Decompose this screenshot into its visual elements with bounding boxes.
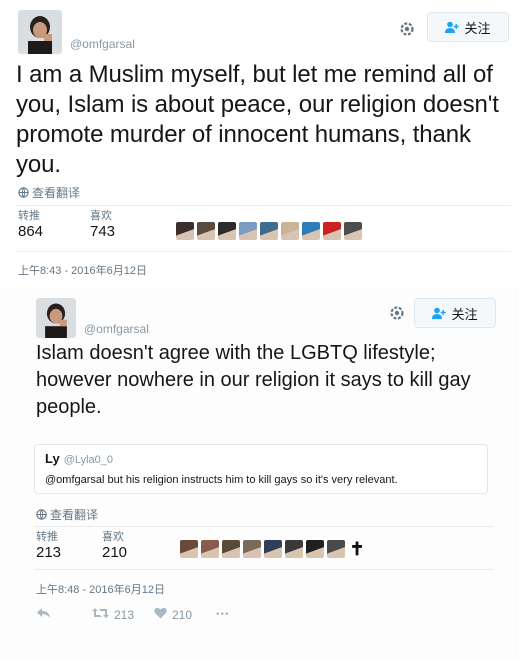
liker-avatar[interactable] [222,540,240,558]
timestamp[interactable]: 上午8:43 - 2016年6月12日 [18,262,147,278]
liker-avatar[interactable] [197,222,215,240]
gear-icon[interactable] [398,20,416,38]
translate-label: 查看翻译 [32,186,81,200]
heart-icon [154,607,167,622]
divider [16,251,511,252]
liker-avatar[interactable] [176,222,194,240]
reply-button[interactable] [36,607,92,622]
liker-avatar[interactable] [180,540,198,558]
liker-avatars [176,222,362,240]
globe-icon [36,509,47,520]
retweet-icon [92,607,109,622]
avatar[interactable] [36,298,76,338]
screenshot-page: @omfgarsal 关注 I am a Muslim myself, but … [0,0,519,661]
divider [34,569,494,570]
reply-icon [36,607,51,622]
follow-button[interactable]: 关注 [427,12,509,42]
add-user-icon [445,21,460,33]
gear-icon[interactable] [388,304,406,322]
follow-label: 关注 [464,20,491,36]
tweet-text: I am a Muslim myself, but let me remind … [16,61,499,178]
liker-avatar[interactable] [285,540,303,558]
likes-stat[interactable]: 喜欢 743 [90,210,115,241]
liker-avatar[interactable] [239,222,257,240]
retweets-label: 转推 [18,210,40,222]
liker-avatar[interactable] [323,222,341,240]
liker-avatar[interactable] [344,222,362,240]
likes-label: 喜欢 [90,210,112,222]
user-handle[interactable]: @omfgarsal [84,322,149,336]
add-user-icon [432,307,447,319]
liker-avatar[interactable] [264,540,282,558]
tweet-text: Islam doesn't agree with the LGBTQ lifes… [36,342,471,418]
likes-label: 喜欢 [102,531,124,543]
translate-label: 查看翻译 [50,508,99,522]
liker-avatar[interactable] [260,222,278,240]
quoted-tweet-text: @omfgarsal but his religion instructs hi… [45,474,398,486]
likes-count: 210 [102,544,128,561]
liker-avatar[interactable] [306,540,324,558]
like-count: 210 [172,607,193,622]
translate-link[interactable]: 查看翻译 [36,506,98,523]
quoted-user-name: Ly [45,451,60,466]
liker-avatar[interactable] [327,540,345,558]
timestamp[interactable]: 上午8:48 - 2016年6月12日 [36,581,165,597]
follow-label: 关注 [451,306,478,322]
liker-avatar[interactable] [243,540,261,558]
retweets-label: 转推 [36,531,58,543]
translate-link[interactable]: 查看翻译 [18,184,80,201]
liker-avatar[interactable] [302,222,320,240]
liker-avatar[interactable] [218,222,236,240]
retweets-count: 213 [36,544,62,561]
retweet-count: 213 [114,607,135,622]
divider [16,205,511,206]
liker-avatars: ✝ [180,540,366,558]
liker-avatar[interactable] [281,222,299,240]
avatar[interactable] [18,10,62,54]
cross-avatar[interactable]: ✝ [348,540,366,558]
tweet-actions: 213 210 ••• [36,607,230,622]
likes-count: 743 [90,223,116,240]
more-button[interactable]: ••• [216,609,230,620]
quoted-user-handle: @Lyla0_0 [63,454,113,466]
follow-button[interactable]: 关注 [414,298,496,328]
retweet-stat[interactable]: 转推 864 [18,210,43,241]
liker-avatar[interactable] [201,540,219,558]
retweets-count: 864 [18,223,44,240]
retweet-button[interactable]: 213 [92,607,154,622]
tweet-1: @omfgarsal 关注 I am a Muslim myself, but … [0,0,519,288]
user-handle[interactable]: @omfgarsal [70,37,135,51]
likes-stat[interactable]: 喜欢 210 [102,531,127,562]
quoted-tweet[interactable]: Ly @Lyla0_0 @omfgarsal but his religion i… [34,444,488,494]
retweet-stat[interactable]: 转推 213 [36,531,61,562]
divider [34,526,494,527]
like-button[interactable]: 210 [154,607,216,622]
tweet-2: @omfgarsal 关注 Islam doesn't agree with t… [0,288,519,661]
globe-icon [18,187,29,198]
more-icon: ••• [216,609,230,620]
